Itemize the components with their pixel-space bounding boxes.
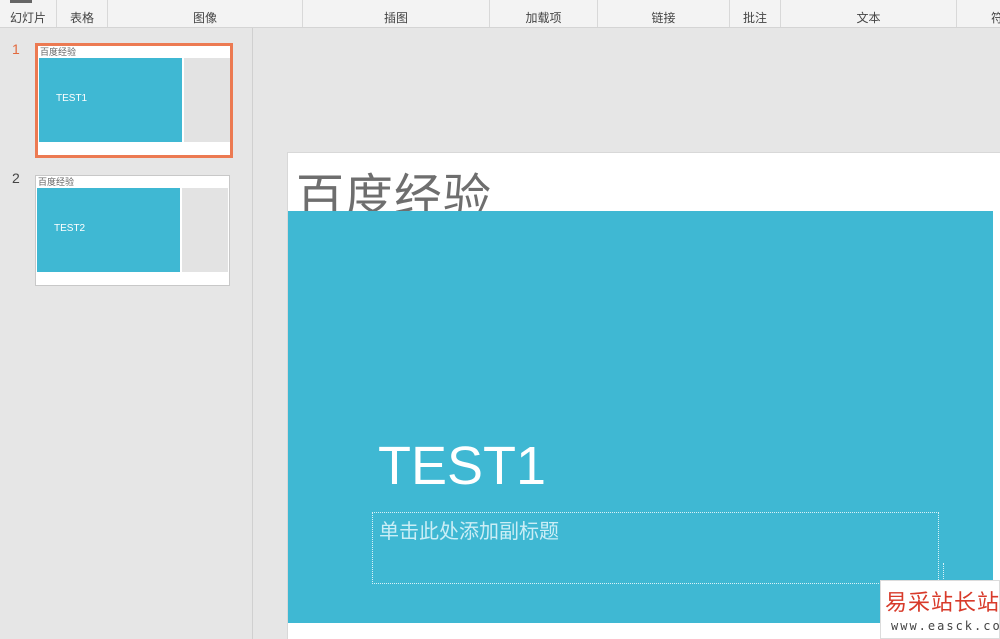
thumbnail-side-block bbox=[182, 188, 228, 272]
watermark-text: 易采站长站 bbox=[885, 591, 1000, 616]
ribbon-group-tables[interactable]: 表格 bbox=[57, 0, 108, 27]
ribbon-group-label: 符 bbox=[991, 11, 1000, 25]
ribbon-group-label: 链接 bbox=[651, 11, 676, 25]
slide-number: 1 bbox=[12, 41, 20, 57]
ribbon-group-illustrations[interactable]: 插图 bbox=[303, 0, 490, 27]
slide-number: 2 bbox=[12, 170, 20, 186]
slide-thumbnail-1[interactable]: 百度经验 TEST1 bbox=[35, 43, 233, 158]
ribbon-group-label: 插图 bbox=[383, 11, 408, 25]
ribbon-group-label: 文本 bbox=[856, 11, 881, 25]
thumbnail-title: TEST1 bbox=[56, 93, 88, 104]
slide-title-text[interactable]: TEST1 bbox=[378, 435, 546, 497]
ribbon-group-label: 加载项 bbox=[525, 11, 562, 25]
resize-handle[interactable] bbox=[943, 563, 944, 581]
ribbon-group-label: 图像 bbox=[192, 11, 217, 25]
slide-thumbnail-2[interactable]: 百度经验 TEST2 bbox=[35, 175, 230, 286]
subtitle-placeholder-text: 单击此处添加副标题 bbox=[379, 521, 559, 543]
ribbon-group-links[interactable]: 链接 bbox=[598, 0, 730, 27]
ribbon-group-symbols[interactable]: 符 bbox=[957, 0, 1000, 27]
slide-thumbnail-pane[interactable]: 1 百度经验 TEST1 2 百度经验 TEST2 bbox=[0, 28, 253, 639]
watermark-logo: 易采站长站 www.easck.com bbox=[880, 580, 1000, 639]
thumbnail-header: 百度经验 bbox=[40, 47, 77, 57]
ribbon-group-comments[interactable]: 批注 bbox=[730, 0, 781, 27]
slide-content-block[interactable]: TEST1 单击此处添加副标题 bbox=[288, 211, 993, 623]
ribbon-group-label: 表格 bbox=[69, 11, 94, 25]
ribbon-group-label: 幻灯片 bbox=[9, 11, 46, 25]
ribbon-group-slides[interactable]: 幻灯片 bbox=[0, 0, 57, 27]
thumbnail-title: TEST2 bbox=[54, 223, 86, 234]
subtitle-placeholder[interactable]: 单击此处添加副标题 bbox=[372, 512, 939, 584]
ribbon-group-addins[interactable]: 加载项 bbox=[490, 0, 598, 27]
ribbon-group-text[interactable]: 文本 bbox=[781, 0, 957, 27]
ribbon-group-label: 批注 bbox=[742, 11, 767, 25]
thumbnail-header: 百度经验 bbox=[38, 177, 75, 187]
thumbnail-side-block bbox=[184, 58, 230, 142]
watermark-url: www.easck.com bbox=[891, 619, 1000, 633]
ribbon-group-images[interactable]: 图像 bbox=[108, 0, 303, 27]
ribbon-group-labels: 幻灯片 表格 图像 插图 加载项 链接 批注 文本 符 bbox=[0, 0, 1000, 28]
slide-canvas[interactable]: 百度经验 TEST1 单击此处添加副标题 bbox=[287, 152, 1000, 639]
